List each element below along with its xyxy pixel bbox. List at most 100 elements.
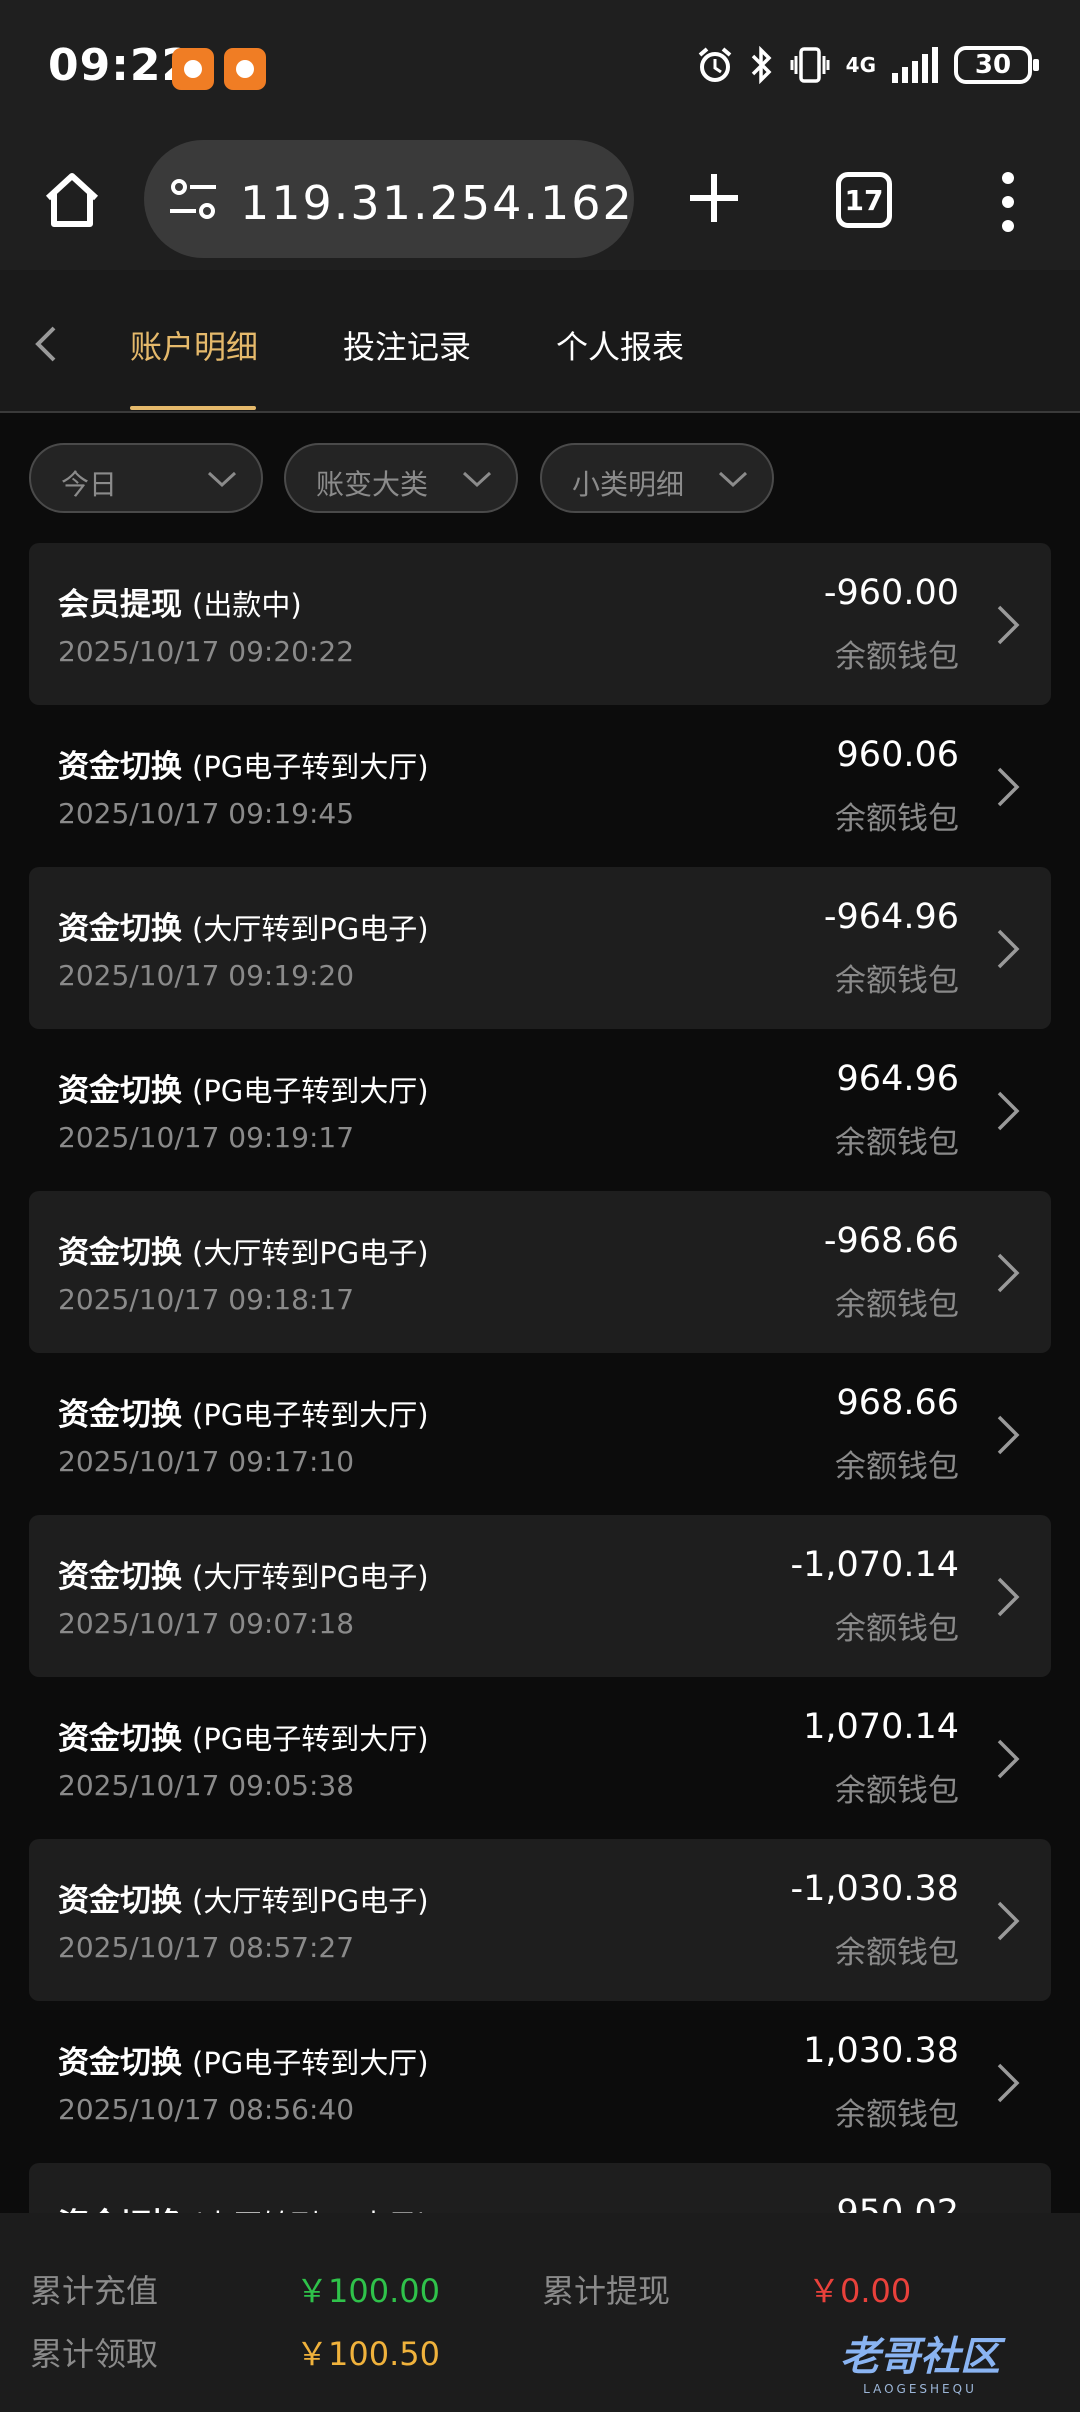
- total-withdraw-value: ￥0.00: [808, 2272, 912, 2310]
- transaction-row[interactable]: 资金切换 (PG电子转到大厅) 2025/10/17 09:19:45 960.06 余…: [29, 705, 1051, 867]
- tab-personal-report[interactable]: 个人报表: [556, 322, 684, 368]
- back-arrow-icon[interactable]: [30, 324, 60, 364]
- transaction-title: 资金切换 (PG电子转到大厅): [58, 2037, 429, 2082]
- transaction-time: 2025/10/17 09:18:17: [58, 1283, 355, 1316]
- transaction-detail: (PG电子转到大厅): [192, 2046, 429, 2080]
- transaction-title: 资金切换(大厅转到PG电子): [58, 1227, 429, 1272]
- total-withdraw-label: 累计提现: [542, 2272, 671, 2310]
- transaction-amount: 964.96: [836, 1059, 959, 1099]
- transaction-detail: (大厅转到PG电子): [192, 1884, 429, 1918]
- transaction-amount: -1,030.38: [790, 1869, 960, 1909]
- home-icon[interactable]: [40, 168, 104, 232]
- transaction-title: 资金切换 (大厅转到PG电子): [58, 903, 429, 948]
- new-tab-icon[interactable]: [684, 168, 744, 228]
- transaction-title: 资金切换 (PG电子转到大厅): [58, 1065, 429, 1110]
- chevron-right-icon: [997, 2063, 1020, 2103]
- transaction-time: 2025/10/17 09:19:45: [58, 797, 355, 830]
- transaction-time: 2025/10/17 08:56:40: [58, 2093, 355, 2126]
- transaction-amount: -960.00: [823, 573, 959, 613]
- transaction-detail: (大厅转到PG电子): [192, 1560, 429, 1594]
- transaction-detail: (PG电子转到大厅): [192, 1722, 429, 1756]
- transaction-title: 资金切换 (大厅转到PG电子): [58, 1875, 429, 1920]
- transaction-title: 资金切换(大厅转到PG电子): [58, 2199, 429, 2213]
- transaction-row[interactable]: 会员提现 (出款中) 2025/10/17 09:20:22 -960.00 余额钱包: [29, 543, 1051, 705]
- transaction-type: 资金切换: [58, 911, 182, 947]
- filter-label: 今日: [61, 468, 118, 501]
- active-tab-indicator: [130, 406, 256, 410]
- transaction-wallet: 余额钱包: [835, 801, 959, 837]
- battery-level: 30: [974, 50, 1012, 80]
- address-bar[interactable]: 119.31.254.162/: [144, 140, 634, 258]
- transaction-row[interactable]: 资金切换 (PG电子转到大厅) 2025/10/17 09:05:38 1,070.1…: [29, 1677, 1051, 1839]
- total-claim-label: 累计领取: [30, 2335, 159, 2373]
- transaction-amount: 1,030.38: [803, 2031, 959, 2071]
- transaction-wallet: 余额钱包: [835, 1125, 959, 1161]
- transaction-row[interactable]: 资金切换 (PG电子转到大厅) 2025/10/17 08:56:40 1,030.3…: [29, 2001, 1051, 2163]
- chevron-down-icon: [207, 471, 237, 488]
- status-icons: 4G 30: [696, 46, 1039, 84]
- transaction-row[interactable]: 资金切换 (大厅转到PG电子) 2025/10/17 09:07:18 -1,070.…: [29, 1515, 1051, 1677]
- transaction-amount: 968.66: [836, 1383, 959, 1423]
- transaction-row[interactable]: 资金切换 (大厅转到PG电子) 2025/10/17 08:57:27 -1,030.…: [29, 1839, 1051, 2001]
- transaction-type: 资金切换: [58, 1073, 182, 1109]
- chevron-right-icon: [997, 929, 1020, 969]
- transaction-detail: (PG电子转到大厅): [192, 1398, 429, 1432]
- tab-switcher-button[interactable]: 17: [836, 172, 892, 228]
- transaction-detail: (大厅转到PG电子): [192, 912, 429, 946]
- filter-bar: 今日 账变大类 小类明细: [0, 413, 1080, 543]
- date-filter-dropdown[interactable]: 今日: [29, 443, 263, 513]
- transaction-row[interactable]: 资金切换 (PG电子转到大厅) 2025/10/17 09:17:10 968.66 余…: [29, 1353, 1051, 1515]
- transaction-title: 资金切换(大厅转到PG电子): [58, 1551, 429, 1596]
- transaction-wallet: 余额钱包: [835, 1611, 959, 1647]
- chevron-right-icon: [997, 767, 1020, 807]
- site-settings-icon[interactable]: [168, 176, 218, 222]
- chevron-right-icon: [997, 1415, 1020, 1455]
- transaction-row[interactable]: 资金切换(大厅转到PG电子) -950.02: [29, 2163, 1051, 2213]
- transaction-title: 会员提现 (出款中): [58, 579, 302, 624]
- transaction-row[interactable]: 资金切换 (PG电子转到大厅) 2025/10/17 09:19:17 964.96 余…: [29, 1029, 1051, 1191]
- transaction-amount: -968.66: [823, 1221, 959, 1261]
- transaction-amount: 960.06: [836, 735, 959, 775]
- transaction-wallet: 余额钱包: [835, 639, 959, 675]
- chevron-right-icon: [997, 1739, 1020, 1779]
- transaction-type: 资金切换: [58, 1883, 182, 1919]
- transaction-type: 资金切换: [58, 1721, 182, 1757]
- transaction-detail: (PG电子转到大厅): [192, 1074, 429, 1108]
- network-type: 4G: [845, 53, 876, 77]
- tab-account-details[interactable]: 账户明细: [130, 322, 258, 368]
- filter-label: 账变大类: [316, 468, 429, 501]
- transaction-type: 资金切换: [58, 1397, 182, 1433]
- transaction-list: 会员提现 (出款中) 2025/10/17 09:20:22 -960.00 余额钱包资…: [0, 543, 1080, 2213]
- transaction-time: 2025/10/17 09:19:20: [58, 959, 355, 992]
- chevron-down-icon: [718, 471, 748, 488]
- transaction-wallet: 余额钱包: [835, 1935, 959, 1971]
- transaction-row[interactable]: 资金切换 (大厅转到PG电子) 2025/10/17 09:19:20 -964.96…: [29, 867, 1051, 1029]
- status-bar: 09:22 4G 30: [0, 0, 1080, 130]
- watermark-subtext: LAOGESHEQU: [863, 2382, 977, 2396]
- tab-count: 17: [844, 183, 884, 217]
- transaction-time: 2025/10/17 09:19:17: [58, 1121, 355, 1154]
- subcategory-filter-dropdown[interactable]: 小类明细: [540, 443, 774, 513]
- transaction-time: 2025/10/17 09:07:18: [58, 1607, 355, 1640]
- transaction-detail: (PG电子转到大厅): [192, 750, 429, 784]
- app-header: 账户明细 投注记录 个人报表: [0, 270, 1080, 413]
- url-text[interactable]: 119.31.254.162/: [240, 176, 634, 230]
- transaction-title: 资金切换 (PG电子转到大厅): [58, 1713, 429, 1758]
- transaction-wallet: 余额钱包: [835, 1449, 959, 1485]
- alarm-icon: [698, 47, 731, 82]
- category-filter-dropdown[interactable]: 账变大类: [284, 443, 518, 513]
- filter-label: 小类明细: [572, 468, 685, 501]
- battery-icon: 30: [954, 46, 1039, 84]
- total-recharge-label: 累计充值: [30, 2272, 159, 2310]
- bluetooth-icon: [751, 46, 772, 84]
- transaction-title: 资金切换 (PG电子转到大厅): [58, 1389, 429, 1434]
- chevron-down-icon: [462, 471, 492, 488]
- chevron-right-icon: [997, 1253, 1020, 1293]
- transaction-wallet: 余额钱包: [835, 963, 959, 999]
- tab-bet-records[interactable]: 投注记录: [343, 322, 471, 368]
- transaction-row[interactable]: 资金切换 (大厅转到PG电子) 2025/10/17 09:18:17 -968.66…: [29, 1191, 1051, 1353]
- more-menu-icon[interactable]: [998, 172, 1018, 232]
- transaction-wallet: 余额钱包: [835, 1773, 959, 1809]
- chevron-right-icon: [997, 1577, 1020, 1617]
- app-notification-icon: [224, 48, 266, 90]
